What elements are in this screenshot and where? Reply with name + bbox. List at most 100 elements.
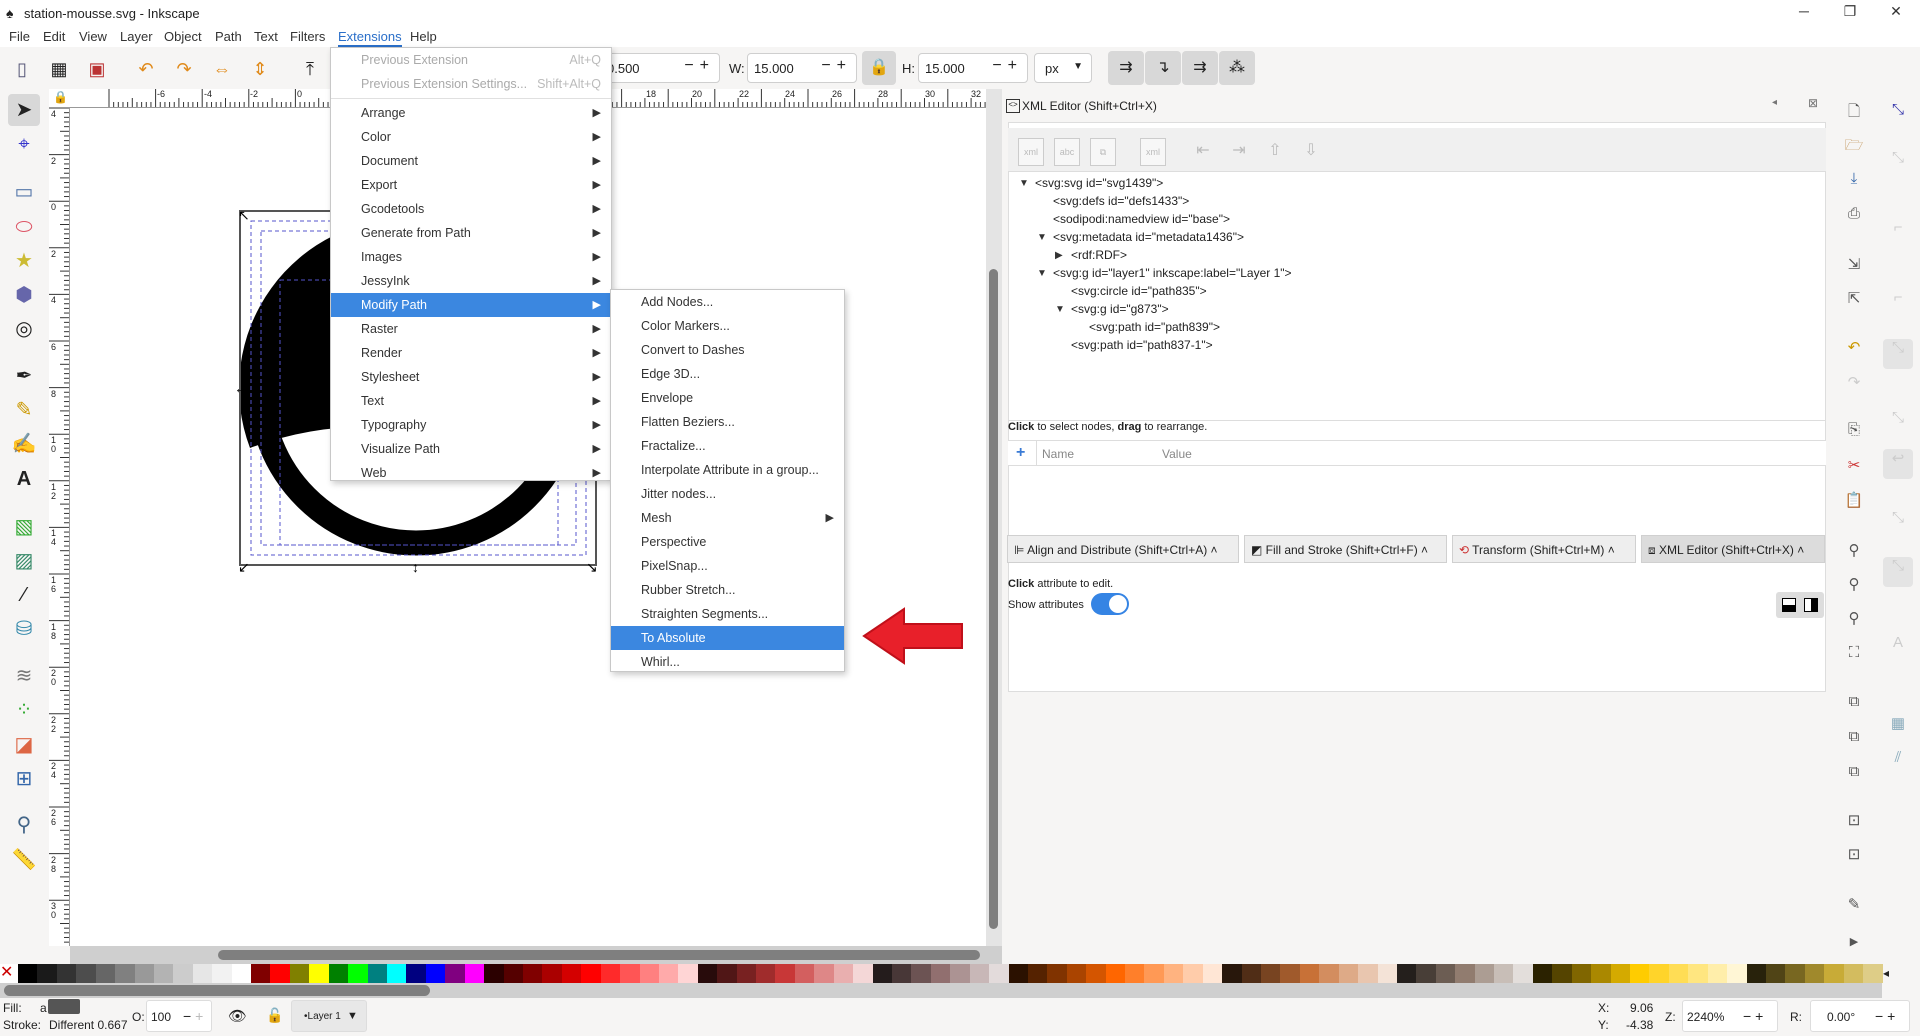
- menu-item-add-nodes-[interactable]: Add Nodes...: [611, 290, 844, 314]
- menu-item-generate-from-path[interactable]: Generate from Path ▶: [331, 221, 611, 245]
- raise-to-top-icon[interactable]: ⤒: [298, 57, 322, 81]
- color-swatch[interactable]: [1843, 964, 1864, 983]
- import-icon[interactable]: ⇲: [1843, 255, 1865, 277]
- pencil-tool[interactable]: ✎: [8, 394, 40, 426]
- pen-tool[interactable]: ✒: [8, 360, 40, 392]
- color-swatch[interactable]: [872, 964, 892, 983]
- color-swatch[interactable]: [56, 964, 77, 983]
- color-swatch[interactable]: [503, 964, 523, 983]
- menu-text[interactable]: Text: [254, 29, 278, 44]
- w-field[interactable]: 15.000 −+: [747, 53, 857, 83]
- menu-item-to-absolute[interactable]: To Absolute: [611, 626, 844, 650]
- 3d-box-tool[interactable]: ⬢: [8, 279, 40, 311]
- menu-item-flatten-beziers-[interactable]: Flatten Beziers...: [611, 410, 844, 434]
- color-swatch[interactable]: [1474, 964, 1495, 983]
- zoom-width-icon[interactable]: ⛶: [1843, 644, 1865, 666]
- x-stepper[interactable]: −+: [684, 57, 715, 75]
- menu-item-images[interactable]: Images ▶: [331, 245, 611, 269]
- xml-node-tree[interactable]: ▼ <svg:svg id="svg1439"> <svg:defs id="def…: [1008, 171, 1826, 421]
- color-swatch[interactable]: [1785, 964, 1805, 983]
- panel-collapse-icon[interactable]: ◂: [1772, 97, 1777, 108]
- group-icon[interactable]: ⊡: [1843, 811, 1865, 833]
- color-swatch[interactable]: [1299, 964, 1320, 983]
- color-swatch[interactable]: [406, 964, 426, 983]
- menu-filters[interactable]: Filters: [290, 29, 325, 44]
- no-paint-swatch[interactable]: ✕: [0, 964, 18, 983]
- dropper-tool[interactable]: ⁄: [8, 579, 40, 611]
- xml-node[interactable]: <svg:circle id="path835">: [1071, 284, 1207, 298]
- flip-vertical-icon[interactable]: ⇕: [248, 57, 272, 81]
- w-value[interactable]: 15.000: [754, 61, 794, 76]
- color-swatch[interactable]: [581, 964, 601, 983]
- select-same-icon[interactable]: ▣: [85, 57, 109, 81]
- x-minus[interactable]: −: [684, 57, 699, 74]
- xml-node[interactable]: <svg:svg id="svg1439">: [1035, 176, 1163, 190]
- h-value[interactable]: 15.000: [925, 61, 965, 76]
- color-swatch[interactable]: [231, 964, 252, 983]
- color-swatch[interactable]: [1125, 964, 1145, 983]
- menu-file[interactable]: File: [9, 29, 30, 44]
- menu-extensions[interactable]: Extensions: [338, 29, 402, 47]
- tab-xml-editor[interactable]: ⧈ XML Editor (Shift+Ctrl+X) ˄: [1641, 535, 1825, 563]
- zoom-selection-icon[interactable]: ⚲: [1843, 541, 1865, 563]
- undo-icon[interactable]: ↶: [1843, 338, 1865, 360]
- color-swatch[interactable]: [1105, 964, 1126, 983]
- color-swatch[interactable]: [1027, 964, 1048, 983]
- h-minus[interactable]: −: [992, 57, 1007, 74]
- menu-item-modify-path[interactable]: Modify Path ▶: [331, 293, 611, 317]
- menu-item-color-markers-[interactable]: Color Markers...: [611, 314, 844, 338]
- move-patterns-button[interactable]: ⁂: [1219, 51, 1255, 85]
- color-palette[interactable]: ✕: [0, 964, 1883, 983]
- menu-item-perspective[interactable]: Perspective: [611, 530, 844, 554]
- color-swatch[interactable]: [1824, 964, 1844, 983]
- measure-tool[interactable]: 📏: [8, 844, 40, 876]
- menu-object[interactable]: Object: [164, 29, 202, 44]
- color-swatch[interactable]: [833, 964, 854, 983]
- h-field[interactable]: 15.000 −+: [918, 53, 1028, 83]
- color-swatch[interactable]: [153, 964, 174, 983]
- menu-item-previous-extension-settings[interactable]: Previous Extension Settings... Shift+Alt+…: [331, 72, 611, 96]
- menu-item-interpolate-attribute-in-a-group-[interactable]: Interpolate Attribute in a group...: [611, 458, 844, 482]
- export-icon[interactable]: ⇱: [1843, 289, 1865, 311]
- color-swatch[interactable]: [192, 964, 213, 983]
- snap-text-baseline-icon[interactable]: A: [1887, 634, 1909, 656]
- color-swatch[interactable]: [1804, 964, 1825, 983]
- scale-corners-button[interactable]: ↴: [1145, 51, 1181, 85]
- menu-edit[interactable]: Edit: [43, 29, 65, 44]
- delete-node-icon[interactable]: xml: [1140, 138, 1166, 166]
- rotate-cw-icon[interactable]: ↷: [172, 57, 196, 81]
- save-icon[interactable]: ⤓: [1843, 170, 1865, 192]
- color-swatch[interactable]: [561, 964, 582, 983]
- add-attribute-icon[interactable]: +: [1016, 444, 1025, 462]
- expanded-triangle-icon[interactable]: ▼: [1019, 178, 1029, 189]
- x-field[interactable]: 0.500 −+: [600, 53, 720, 83]
- snap-guide-icon[interactable]: ⫽: [1887, 749, 1909, 771]
- copy-icon[interactable]: ⎘: [1843, 421, 1865, 443]
- color-swatch[interactable]: [736, 964, 757, 983]
- menu-help[interactable]: Help: [410, 29, 437, 44]
- palette-scrollbar[interactable]: [0, 983, 1882, 998]
- x-plus[interactable]: +: [700, 57, 715, 74]
- tab-align-distribute[interactable]: ⊫ Align and Distribute (Shift+Ctrl+A) ˄: [1007, 535, 1239, 563]
- menu-item-stylesheet[interactable]: Stylesheet ▶: [331, 365, 611, 389]
- color-swatch[interactable]: [1066, 964, 1087, 983]
- vertical-scroll-thumb[interactable]: [989, 269, 998, 929]
- color-swatch[interactable]: [1144, 964, 1164, 983]
- print-icon[interactable]: ⎙: [1843, 205, 1865, 227]
- unit-dropdown[interactable]: px ▼: [1034, 53, 1092, 83]
- color-swatch[interactable]: [1358, 964, 1378, 983]
- open-document-icon[interactable]: 🗁: [1843, 135, 1865, 157]
- menu-item-typography[interactable]: Typography ▶: [331, 413, 611, 437]
- h-plus[interactable]: +: [1008, 57, 1023, 74]
- color-swatch[interactable]: [522, 964, 543, 983]
- color-swatch[interactable]: [115, 964, 135, 983]
- color-swatch[interactable]: [1688, 964, 1708, 983]
- snap-path-icon[interactable]: ⤡: [1887, 409, 1909, 431]
- raise-node-icon[interactable]: ⇧: [1262, 138, 1288, 166]
- color-swatch[interactable]: [95, 964, 116, 983]
- snap-midpoint-icon[interactable]: ⤡: [1883, 557, 1913, 587]
- zoom-page-icon[interactable]: ⚲: [1843, 609, 1865, 631]
- fill-swatch[interactable]: [48, 999, 80, 1014]
- color-swatch[interactable]: [1163, 964, 1184, 983]
- color-swatch[interactable]: [717, 964, 737, 983]
